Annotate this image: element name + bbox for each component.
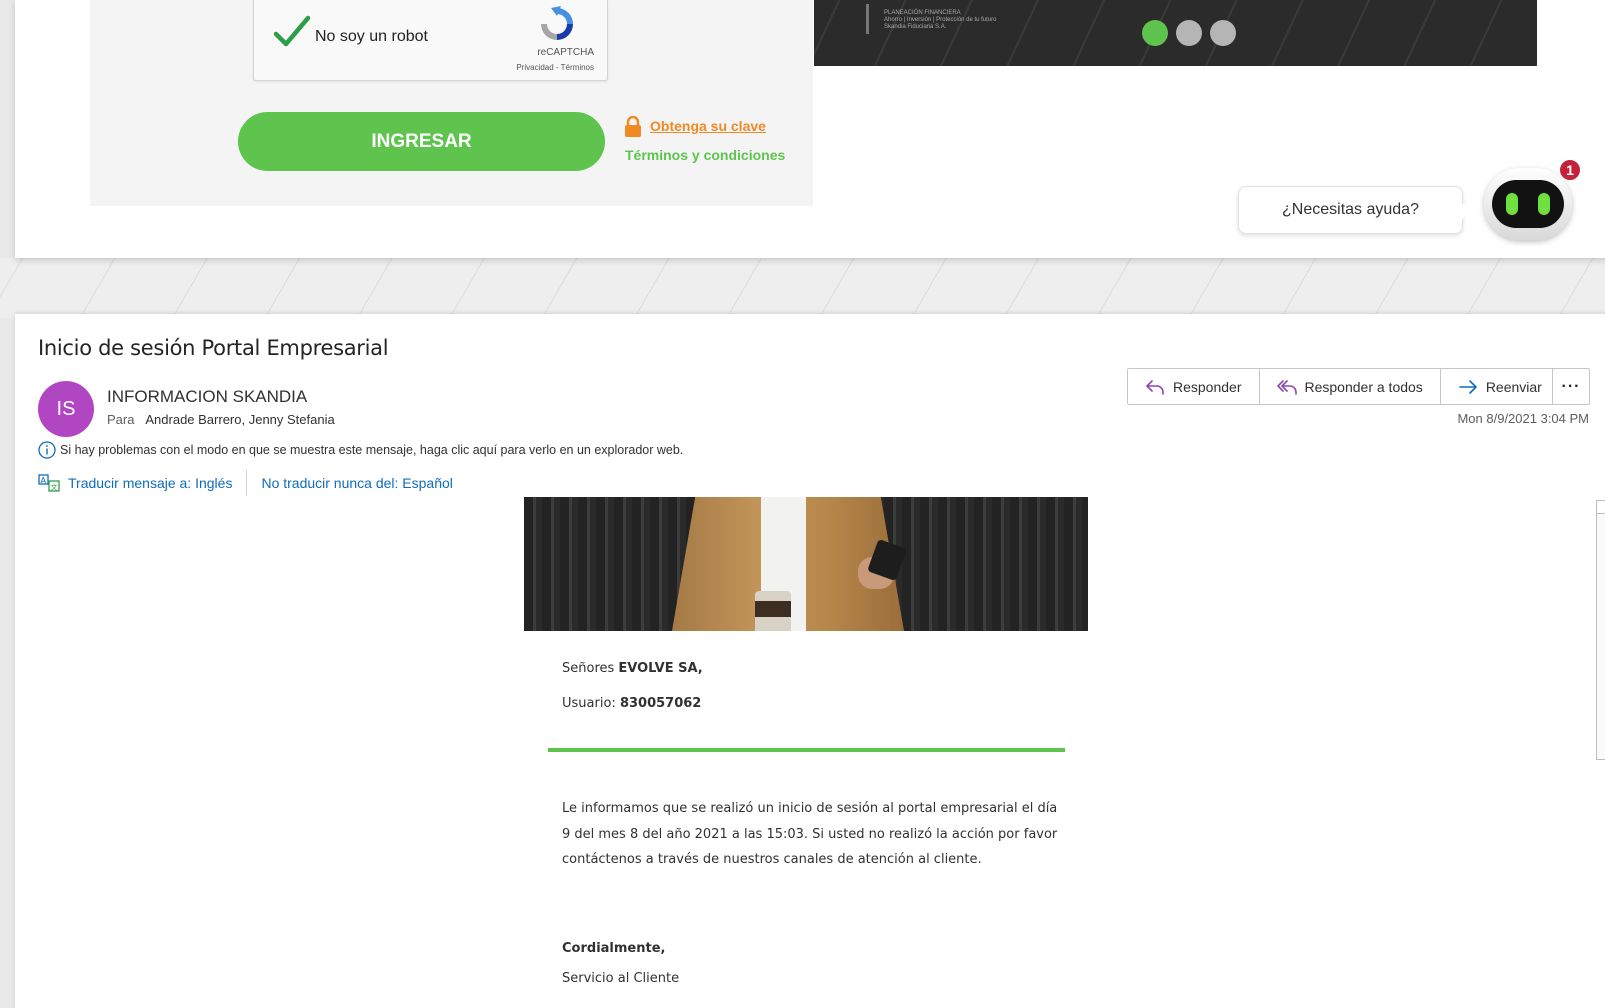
- chatbot-notification-badge: 1: [1558, 158, 1582, 182]
- recipient-row: Para Andrade Barrero, Jenny Stefania: [107, 412, 335, 427]
- divider-rule: [548, 748, 1065, 752]
- info-notice-text: Si hay problemas con el modo en que se m…: [60, 443, 684, 457]
- recipient-name[interactable]: Andrade Barrero, Jenny Stefania: [145, 412, 334, 427]
- chatbot-avatar-icon[interactable]: [1484, 168, 1572, 240]
- banner-text: PLANEACIÓN FINANCIERA Ahorro | Inversión…: [884, 10, 997, 30]
- translate-link[interactable]: Traducir mensaje a: Inglés: [68, 475, 232, 491]
- reply-label: Responder: [1173, 378, 1242, 395]
- ingresar-button[interactable]: INGRESAR: [238, 112, 605, 171]
- reply-all-label: Responder a todos: [1304, 378, 1423, 395]
- lock-icon: [625, 116, 641, 137]
- translate-separator: [246, 470, 248, 496]
- recaptcha-label: No soy un robot: [315, 28, 428, 45]
- sender-name[interactable]: INFORMACION SKANDIA: [107, 387, 307, 407]
- closing-text: Cordialmente,: [562, 941, 666, 956]
- recaptcha-privacy-links[interactable]: Privacidad - Términos: [516, 63, 594, 72]
- carousel-dot-3[interactable]: [1210, 20, 1236, 46]
- carousel-dot-2[interactable]: [1176, 20, 1202, 46]
- user-value: 830057062: [619, 696, 702, 711]
- reply-icon: [1146, 379, 1164, 395]
- recaptcha-logo-icon: [541, 6, 573, 40]
- promo-banner: PLANEACIÓN FINANCIERA Ahorro | Inversión…: [814, 0, 1537, 66]
- greeting-prefix: Señores: [562, 661, 615, 676]
- reply-button[interactable]: Responder: [1128, 369, 1260, 404]
- chatbot-right-eye: [1538, 193, 1550, 215]
- email-hero-image: [524, 497, 1088, 631]
- translation-bar: A 文 Traducir mensaje a: Inglés No traduc…: [38, 470, 453, 496]
- forward-button[interactable]: Reenviar: [1441, 369, 1559, 404]
- hero-cup-band: [755, 601, 791, 617]
- svg-text:A: A: [41, 476, 47, 485]
- forward-label: Reenviar: [1485, 378, 1542, 395]
- checkmark-icon[interactable]: [272, 14, 312, 50]
- svg-text:文: 文: [51, 483, 58, 492]
- user-label: Usuario:: [562, 696, 616, 711]
- translate-icon: A 文: [38, 474, 60, 492]
- never-translate-link[interactable]: No traducir nunca del: Español: [261, 475, 452, 491]
- get-password-link[interactable]: Obtenga su clave: [650, 118, 766, 134]
- carousel-dot-1[interactable]: [1142, 20, 1168, 46]
- signature-line: Servicio al Cliente: [562, 971, 680, 986]
- login-form-panel: No soy un robot reCAPTCHA Privacidad - T…: [90, 0, 813, 206]
- to-label: Para: [107, 412, 135, 427]
- user-line: Usuario: 830057062: [562, 696, 701, 711]
- chatbot-face: [1492, 180, 1564, 228]
- sender-avatar[interactable]: IS: [38, 381, 94, 437]
- info-icon: [38, 441, 56, 459]
- reply-all-icon: [1276, 379, 1297, 395]
- scrollbar-track[interactable]: [1596, 500, 1605, 760]
- email-body-paragraph: Le informamos que se realizó un inicio d…: [562, 801, 1058, 867]
- forward-icon: [1459, 379, 1477, 394]
- chatbot-left-eye: [1506, 193, 1518, 215]
- greeting-line: Señores EVOLVE SA,: [562, 661, 703, 676]
- login-page-card: No soy un robot reCAPTCHA Privacidad - T…: [15, 0, 1605, 258]
- greeting-name: EVOLVE SA,: [618, 661, 703, 676]
- info-notice[interactable]: Si hay problemas con el modo en que se m…: [38, 441, 683, 459]
- recaptcha-widget[interactable]: No soy un robot reCAPTCHA Privacidad - T…: [253, 0, 608, 81]
- reply-all-button[interactable]: Responder a todos: [1260, 369, 1441, 404]
- email-date: Mon 8/9/2021 3:04 PM: [1457, 411, 1589, 426]
- scrollbar-up-arrow[interactable]: [1596, 500, 1605, 514]
- background-pattern: [0, 258, 1605, 318]
- more-actions-button[interactable]: ···: [1552, 368, 1590, 405]
- help-bubble[interactable]: ¿Necesitas ayuda?: [1238, 186, 1471, 234]
- carousel-dots: [1142, 20, 1236, 46]
- banner-divider: [866, 4, 869, 34]
- email-subject: Inicio de sesión Portal Empresarial: [38, 336, 389, 360]
- email-action-toolbar: Responder Responder a todos Reenviar: [1127, 368, 1560, 405]
- recaptcha-brand: reCAPTCHA: [537, 47, 594, 58]
- closing-line: Cordialmente,: [562, 941, 665, 956]
- terms-link[interactable]: Términos y condiciones: [625, 147, 785, 163]
